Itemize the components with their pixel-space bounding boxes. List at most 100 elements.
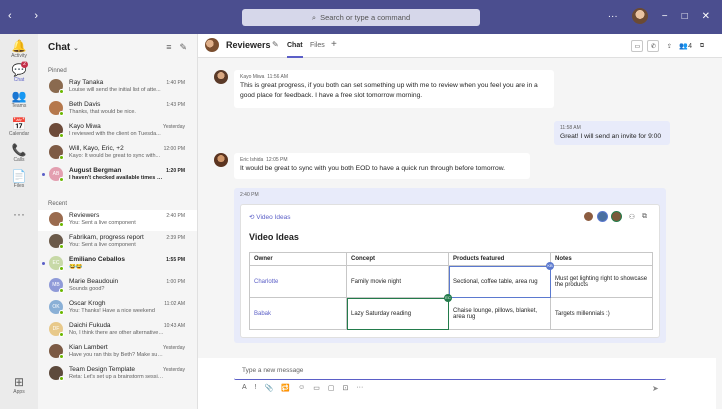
- chat-name: Marie Beaudouin: [69, 278, 119, 285]
- cell-text: Sectional, coffee table, area rug: [453, 278, 538, 285]
- card-label[interactable]: ⟲ Video Ideas: [249, 213, 290, 221]
- rail-files[interactable]: 📄 Files: [0, 170, 38, 189]
- participants-button[interactable]: 👥4: [679, 42, 692, 50]
- more-apps-icon: ···: [13, 207, 25, 221]
- rail-label: Calendar: [8, 131, 30, 137]
- chat-list-item[interactable]: DF Daichi Fukuda No, I think there are oth…: [38, 320, 197, 341]
- important-icon[interactable]: !: [255, 384, 257, 392]
- popout-icon[interactable]: ⧉: [696, 40, 708, 52]
- search-icon: ⌕: [311, 12, 317, 22]
- loop-card[interactable]: ⟲ Video Ideas ⚇ ⧉ Video Ideas Owner Conc…: [240, 204, 660, 338]
- history-nav: ‹ ›: [8, 10, 38, 22]
- loop-icon: ⟲: [249, 214, 255, 221]
- chat-list-item[interactable]: Kian Lambert Have you ran this by Beth? M…: [38, 342, 197, 363]
- format-icon[interactable]: A: [242, 384, 247, 392]
- tab-chat[interactable]: Chat: [287, 42, 303, 58]
- rail-teams[interactable]: 👥 Teams: [0, 90, 38, 109]
- table-cell[interactable]: Must get lighting right to showcase the …: [550, 265, 653, 298]
- chat-list-item[interactable]: Will, Kayo, Eric, +2 Kayo: It would be gr…: [38, 143, 197, 164]
- table-cell[interactable]: Babak: [249, 297, 347, 330]
- schedule-icon[interactable]: ⊡: [342, 384, 348, 392]
- rail-calendar[interactable]: 📅 Calendar: [0, 118, 38, 137]
- rail-more[interactable]: ···: [0, 208, 38, 220]
- chat-list-item[interactable]: OK Oscar Krogh You: Thanks! Have a nice we…: [38, 298, 197, 319]
- table-cell-active[interactable]: Lazy Saturday reading EC: [346, 294, 452, 330]
- chat-time: Yesterday: [162, 367, 185, 373]
- audio-call-icon[interactable]: ✆: [647, 40, 660, 52]
- avatar: [49, 101, 64, 116]
- rail-activity[interactable]: 🔔 Activity: [0, 40, 38, 59]
- close-icon[interactable]: ✕: [702, 11, 710, 22]
- chat-name: Oscar Krogh: [69, 300, 106, 307]
- chat-name: Fabrikam, progress report: [69, 234, 144, 241]
- avatar: AB: [49, 167, 64, 182]
- presence-indicator: [59, 266, 64, 271]
- minimize-icon[interactable]: −: [662, 11, 668, 22]
- message-bubble: Kayo Miwa 11:56 AM This is great progres…: [234, 70, 554, 108]
- presence-indicator: [59, 244, 64, 249]
- column-header: Notes: [550, 252, 653, 266]
- gif-icon[interactable]: ▭: [313, 384, 320, 392]
- rail-apps[interactable]: ⊞ Apps: [0, 376, 38, 395]
- chat-list-item[interactable]: EC Emiliano Ceballos 😂😂 1:55 PM: [38, 254, 197, 275]
- user-avatar[interactable]: [631, 8, 648, 24]
- table-cell[interactable]: Charlotte: [249, 265, 347, 298]
- chat-list-title[interactable]: Chat ⌄: [48, 42, 79, 53]
- more-options-icon[interactable]: ···: [608, 11, 618, 22]
- chat-list-panel: Chat ⌄ ≡ ✎ Pinned Ray Tanaka Louise will …: [38, 34, 198, 409]
- participants-count: 4: [688, 43, 692, 50]
- chat-list-item[interactable]: Fabrikam, progress report You: Sent a liv…: [38, 232, 197, 253]
- edit-name-icon[interactable]: ✎: [272, 40, 279, 49]
- video-call-icon[interactable]: ▭: [631, 40, 644, 52]
- filter-icon[interactable]: ≡: [166, 42, 171, 53]
- loop-component-icon[interactable]: 🔁: [281, 384, 290, 392]
- column-header: Owner: [249, 252, 347, 266]
- presence-indicator: [59, 111, 64, 116]
- send-icon[interactable]: ➤: [652, 384, 659, 393]
- video-ideas-table[interactable]: Owner Concept Products featured Notes Ch…: [249, 252, 653, 330]
- compose-placeholder: Type a new message: [242, 367, 304, 374]
- more-options-icon[interactable]: ···: [356, 384, 363, 392]
- chat-list-item[interactable]: Kayo Miwa I reviewed with the client on T…: [38, 121, 197, 142]
- search-input[interactable]: ⌕ Search or type a command: [242, 9, 480, 26]
- rail-calls[interactable]: 📞 Calls: [0, 144, 38, 163]
- emoji-icon[interactable]: ☺: [298, 384, 305, 392]
- table-cell-active[interactable]: Sectional, coffee table, area rug KB: [448, 262, 554, 298]
- chat-list-item[interactable]: Beth Davis Thanks, that would be nice. 1:4…: [38, 99, 197, 120]
- own-message-bubble: 11:58 AM Great! I will send an invite fo…: [554, 121, 670, 145]
- group-avatar: [205, 38, 219, 52]
- kayo-avatar: [214, 70, 228, 84]
- collaborator-cursor-tag: EC: [444, 294, 452, 302]
- share-icon[interactable]: ⚇: [629, 213, 635, 221]
- presence-indicator: [59, 155, 64, 160]
- sticker-icon[interactable]: ▢: [328, 384, 335, 392]
- collaborator-avatar: [596, 211, 608, 222]
- chat-time: Yesterday: [162, 345, 185, 351]
- chat-preview: You: Thanks! Have a nice weekend: [69, 308, 155, 314]
- cell-text: Lazy Saturday reading: [351, 310, 412, 317]
- back-icon[interactable]: ‹: [8, 10, 12, 22]
- chat-list-item[interactable]: Reviewers You: Sent a live component 2:40 …: [38, 210, 197, 231]
- chat-list-item[interactable]: Team Design Template Reta: Let's set up a…: [38, 364, 197, 385]
- recent-section-label: Recent: [48, 201, 68, 207]
- table-cell[interactable]: Family movie night: [346, 265, 449, 298]
- attach-icon[interactable]: 📎: [265, 384, 274, 392]
- new-chat-icon[interactable]: ✎: [179, 42, 187, 53]
- chat-list-item[interactable]: MB Marie Beaudouin Sounds good? 1:00 PM: [38, 276, 197, 297]
- maximize-icon[interactable]: □: [682, 11, 688, 22]
- table-cell[interactable]: Chaise lounge, pillows, blanket, area ru…: [448, 297, 551, 330]
- compose-box[interactable]: Type a new message: [234, 362, 666, 380]
- table-cell[interactable]: Targets millennials :): [550, 297, 653, 330]
- add-tab-icon[interactable]: +: [331, 39, 337, 50]
- unread-dot: [42, 173, 45, 176]
- calendar-icon: 📅: [11, 117, 27, 131]
- copy-icon[interactable]: ⧉: [642, 213, 647, 221]
- chat-list-item[interactable]: Ray Tanaka Louise will send the initial l…: [38, 77, 197, 98]
- message-time: 11:58 AM: [560, 125, 581, 131]
- tab-files[interactable]: Files: [310, 42, 325, 49]
- chat-list-item[interactable]: AB August Bergman I haven't checked availa…: [38, 165, 197, 186]
- rail-chat[interactable]: 💬 2 Chat: [0, 61, 38, 83]
- forward-icon[interactable]: ›: [34, 10, 38, 22]
- share-screen-icon[interactable]: ⇪: [663, 40, 675, 52]
- scrollbar[interactable]: [716, 58, 722, 409]
